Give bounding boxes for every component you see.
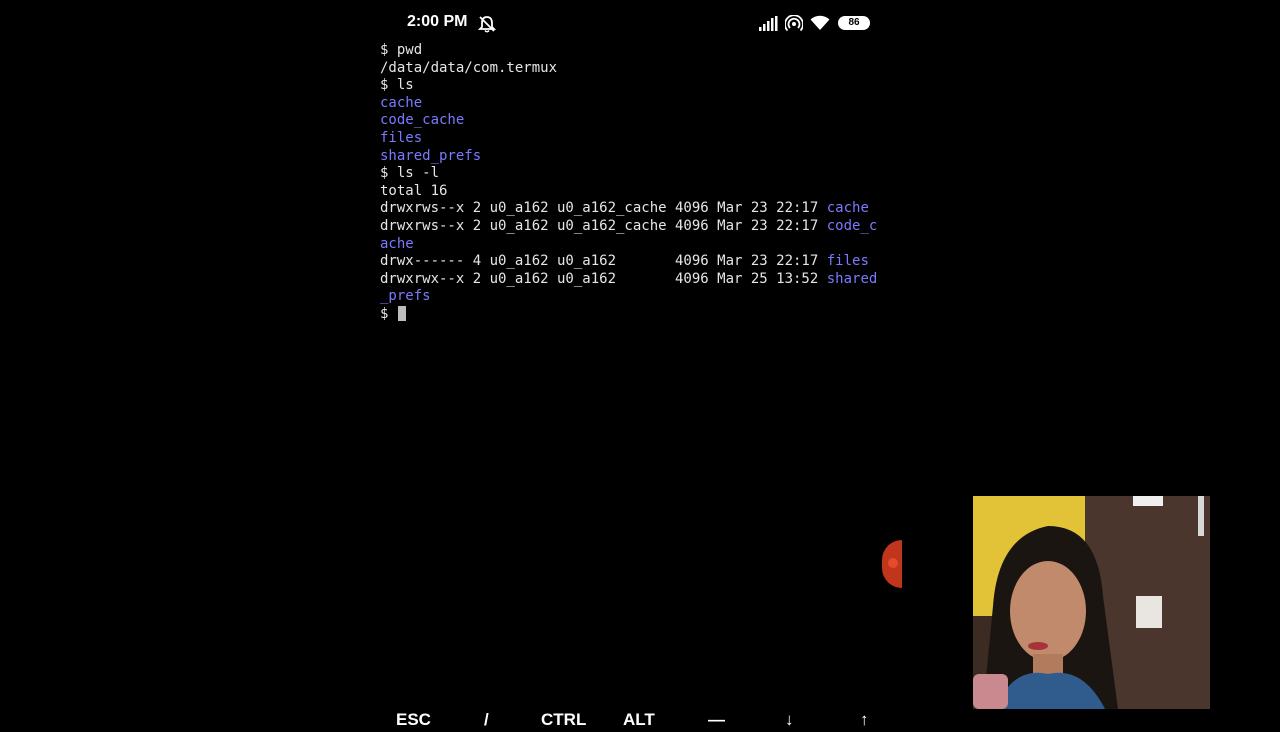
terminal-line: $ ls -l xyxy=(380,165,440,182)
terminal-line: drwx------ 4 u0_a162 u0_a162 4096 Mar 23… xyxy=(380,253,910,271)
listing-attributes: drwx------ 4 u0_a162 u0_a162 4096 Mar 23… xyxy=(380,253,827,270)
terminal-line: drwxrws--x 2 u0_a162 u0_a162_cache 4096 … xyxy=(380,218,910,236)
directory-name: files xyxy=(826,253,869,270)
prompt-symbol: $ xyxy=(380,305,397,322)
alt-key[interactable]: ALT xyxy=(623,708,655,732)
dash-key[interactable]: — xyxy=(708,708,725,732)
terminal-line: /data/data/com.termux xyxy=(380,59,558,76)
presenter-image xyxy=(973,496,1210,709)
prompt-line[interactable]: $ xyxy=(380,305,910,324)
alarm-off-icon xyxy=(477,16,497,33)
ctrl-key[interactable]: CTRL xyxy=(541,708,586,732)
listing-attributes: drwxrws--x 2 u0_a162 u0_a162_cache 4096 … xyxy=(380,200,827,217)
listing-attributes: drwxrws--x 2 u0_a162 u0_a162_cache 4096 … xyxy=(380,217,827,234)
extra-keys-row: ESC / CTRL ALT — ↓ ↑ xyxy=(380,708,920,729)
terminal-line: $ pwd xyxy=(380,42,423,58)
terminal-line: files xyxy=(380,129,423,146)
terminal-line: code_cache xyxy=(380,112,465,129)
terminal-line: _prefs xyxy=(380,288,431,305)
webcam-overlay xyxy=(973,496,1210,709)
terminal-line: cache xyxy=(380,94,423,111)
directory-name: code_c xyxy=(826,217,878,234)
esc-key[interactable]: ESC xyxy=(396,708,431,732)
up-arrow-key[interactable]: ↑ xyxy=(860,708,869,732)
slash-key[interactable]: / xyxy=(484,708,489,732)
listing-attributes: drwxrwx--x 2 u0_a162 u0_a162 4096 Mar 25… xyxy=(380,270,827,287)
terminal-line: shared_prefs xyxy=(380,147,482,164)
down-arrow-key[interactable]: ↓ xyxy=(785,708,794,732)
directory-name: shared xyxy=(826,270,878,287)
terminal-line: drwxrwx--x 2 u0_a162 u0_a162 4096 Mar 25… xyxy=(380,271,910,289)
terminal-line: $ ls xyxy=(380,77,414,94)
directory-name: cache xyxy=(826,200,869,217)
hotspot-icon xyxy=(785,15,803,32)
terminal-line: ache xyxy=(380,235,414,252)
signal-icon xyxy=(759,16,778,31)
battery-icon: 86 xyxy=(838,16,870,30)
status-time: 2:00 PM xyxy=(407,13,468,30)
terminal-line: drwxrws--x 2 u0_a162 u0_a162_cache 4096 … xyxy=(380,200,910,218)
terminal-output[interactable]: $ pwd/data/data/com.termux $ ls cache code_… xyxy=(380,42,910,682)
terminal-line: total 16 xyxy=(380,182,448,199)
wifi-icon xyxy=(810,15,830,30)
text-cursor xyxy=(397,305,406,321)
